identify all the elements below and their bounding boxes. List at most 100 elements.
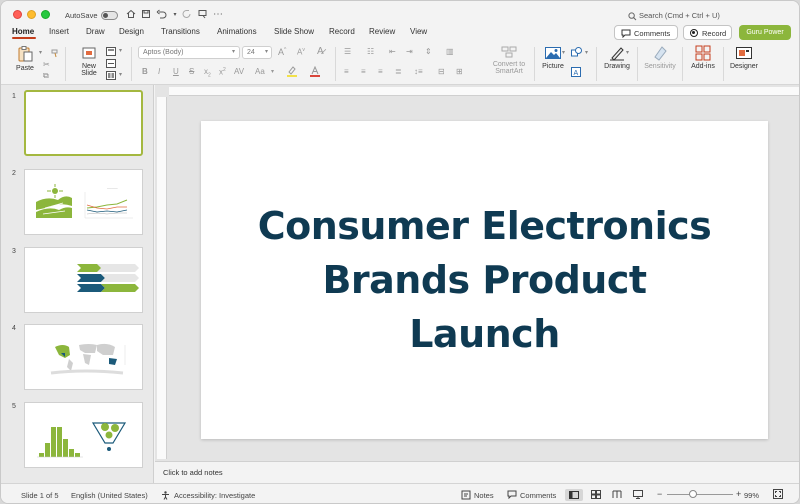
comments-button[interactable]: Comments — [614, 25, 678, 40]
font-color-icon[interactable] — [310, 65, 320, 79]
guru-power-button[interactable]: Guru Power — [739, 25, 791, 40]
notes-pane[interactable]: Click to add notes — [155, 461, 799, 483]
tab-slide-show[interactable]: Slide Show — [274, 27, 314, 36]
slide-thumbnail-5[interactable] — [24, 402, 143, 468]
convert-to-smartart-button[interactable]: Convert to SmartArt — [487, 45, 531, 75]
search-box[interactable]: Search (Cmd + Ctrl + U) — [623, 10, 743, 22]
notes-icon[interactable] — [461, 490, 471, 502]
autosave-toggle[interactable] — [101, 11, 118, 20]
subscript-icon[interactable]: x2 — [204, 67, 211, 79]
sensitivity-button[interactable]: Sensitivity — [641, 45, 679, 70]
font-name-dropdown-icon[interactable]: ▾ — [232, 48, 235, 55]
italic-icon[interactable]: I — [158, 67, 160, 76]
zoom-slider-thumb[interactable] — [689, 490, 697, 498]
highlight-icon[interactable] — [287, 66, 297, 79]
reset-slide-icon[interactable] — [106, 59, 116, 70]
zoom-out-icon[interactable]: − — [657, 489, 662, 499]
shapes-dropdown-icon[interactable]: ▾ — [585, 49, 588, 56]
record-button[interactable]: Record — [683, 25, 732, 40]
tab-draw[interactable]: Draw — [86, 27, 105, 36]
slide-thumbnail-2[interactable]: ───── — [24, 169, 143, 235]
character-spacing-icon[interactable]: AV — [234, 67, 244, 76]
slide-thumbnail-1[interactable] — [24, 90, 143, 156]
vertical-ruler[interactable] — [157, 97, 167, 459]
tab-transitions[interactable]: Transitions — [161, 27, 200, 36]
slide-show-view-icon[interactable] — [633, 490, 643, 501]
undo-icon[interactable] — [156, 9, 168, 21]
language-status[interactable]: English (United States) — [71, 491, 148, 500]
text-direction-icon[interactable]: ⇕ — [425, 47, 432, 56]
decrease-font-icon[interactable]: Av — [297, 47, 305, 57]
new-slide-button[interactable]: New Slide — [75, 45, 103, 77]
text-box-icon[interactable]: A — [571, 67, 581, 79]
close-window-button[interactable] — [13, 10, 22, 19]
columns-icon[interactable]: ▥ — [446, 47, 454, 56]
align-right-icon[interactable]: ≡ — [378, 67, 383, 76]
minimize-window-button[interactable] — [27, 10, 36, 19]
picture-dropdown-icon[interactable]: ▾ — [562, 49, 565, 56]
zoom-level[interactable]: 99% — [744, 491, 759, 500]
paste-button[interactable]: Paste — [11, 45, 39, 72]
columns-layout-icon[interactable]: ⊞ — [456, 67, 463, 76]
tab-view[interactable]: View — [410, 27, 427, 36]
reading-view-icon[interactable] — [612, 490, 622, 501]
designer-button[interactable]: Designer — [728, 45, 760, 70]
increase-font-icon[interactable]: A^ — [278, 47, 286, 57]
section-dropdown-icon[interactable]: ▾ — [119, 71, 122, 78]
bold-icon[interactable]: B — [142, 67, 148, 76]
normal-view-button[interactable] — [565, 489, 583, 501]
align-center-icon[interactable]: ≡ — [361, 67, 366, 76]
layout-dropdown-icon[interactable]: ▾ — [119, 47, 122, 54]
drawing-dropdown-icon[interactable]: ▾ — [626, 49, 629, 56]
add-ins-button[interactable]: Add-ins — [687, 45, 719, 70]
undo-dropdown-icon[interactable]: ▾ — [169, 9, 181, 21]
font-size-dropdown-icon[interactable]: ▾ — [265, 48, 268, 55]
tab-review[interactable]: Review — [369, 27, 395, 36]
comments-status-icon[interactable] — [507, 490, 517, 501]
notes-toggle-label[interactable]: Notes — [474, 491, 494, 500]
decrease-indent-icon[interactable]: ⇤ — [389, 47, 396, 56]
tab-insert[interactable]: Insert — [49, 27, 69, 36]
zoom-window-button[interactable] — [41, 10, 50, 19]
zoom-in-icon[interactable]: + — [736, 489, 741, 499]
fit-slide-icon[interactable] — [773, 489, 783, 501]
cut-icon[interactable]: ✂ — [43, 60, 50, 69]
align-left-icon[interactable]: ≡ — [344, 67, 349, 76]
layout-icon[interactable] — [106, 47, 116, 58]
tab-animations[interactable]: Animations — [217, 27, 257, 36]
line-spacing-icon[interactable]: ↕≡ — [414, 67, 423, 76]
change-case-icon[interactable]: Aa — [255, 67, 265, 76]
tab-home[interactable]: Home — [12, 27, 34, 36]
more-icon[interactable]: ⋯ — [212, 9, 224, 21]
clear-formatting-icon[interactable]: A̷ — [317, 46, 324, 57]
horizontal-ruler[interactable] — [169, 87, 799, 96]
tab-record[interactable]: Record — [329, 27, 355, 36]
redo-icon[interactable] — [181, 9, 193, 21]
save-icon[interactable] — [140, 9, 152, 21]
underline-icon[interactable]: U — [173, 67, 179, 76]
slide-thumbnail-3[interactable] — [24, 247, 143, 313]
bullets-icon[interactable]: ☰ — [344, 47, 351, 56]
section-icon[interactable] — [106, 71, 116, 82]
paste-dropdown-icon[interactable]: ▾ — [39, 49, 42, 56]
shapes-icon[interactable] — [571, 47, 582, 59]
align-text-icon[interactable]: ⊟ — [438, 67, 445, 76]
comments-toggle-label[interactable]: Comments — [520, 491, 556, 500]
change-case-dropdown-icon[interactable]: ▾ — [271, 68, 274, 75]
accessibility-status[interactable]: Accessibility: Investigate — [174, 491, 255, 500]
slide-sorter-view-icon[interactable] — [591, 490, 601, 501]
format-painter-icon[interactable] — [197, 9, 209, 21]
superscript-icon[interactable]: x2 — [219, 67, 226, 77]
copy-icon[interactable]: ⧉ — [43, 71, 49, 81]
format-brush-icon[interactable] — [51, 49, 60, 60]
font-name-field[interactable]: Aptos (Body) — [138, 46, 240, 59]
slide-title[interactable]: Consumer Electronics Brands Product Laun… — [201, 199, 768, 361]
numbering-icon[interactable]: ☷ — [367, 47, 374, 56]
justify-icon[interactable]: ≣ — [395, 67, 402, 76]
slide-1[interactable]: Consumer Electronics Brands Product Laun… — [201, 121, 768, 439]
slide-thumbnail-4[interactable] — [24, 324, 143, 390]
home-icon[interactable] — [125, 9, 137, 21]
tab-design[interactable]: Design — [119, 27, 144, 36]
increase-indent-icon[interactable]: ⇥ — [406, 47, 413, 56]
strikethrough-icon[interactable]: S — [189, 67, 194, 76]
